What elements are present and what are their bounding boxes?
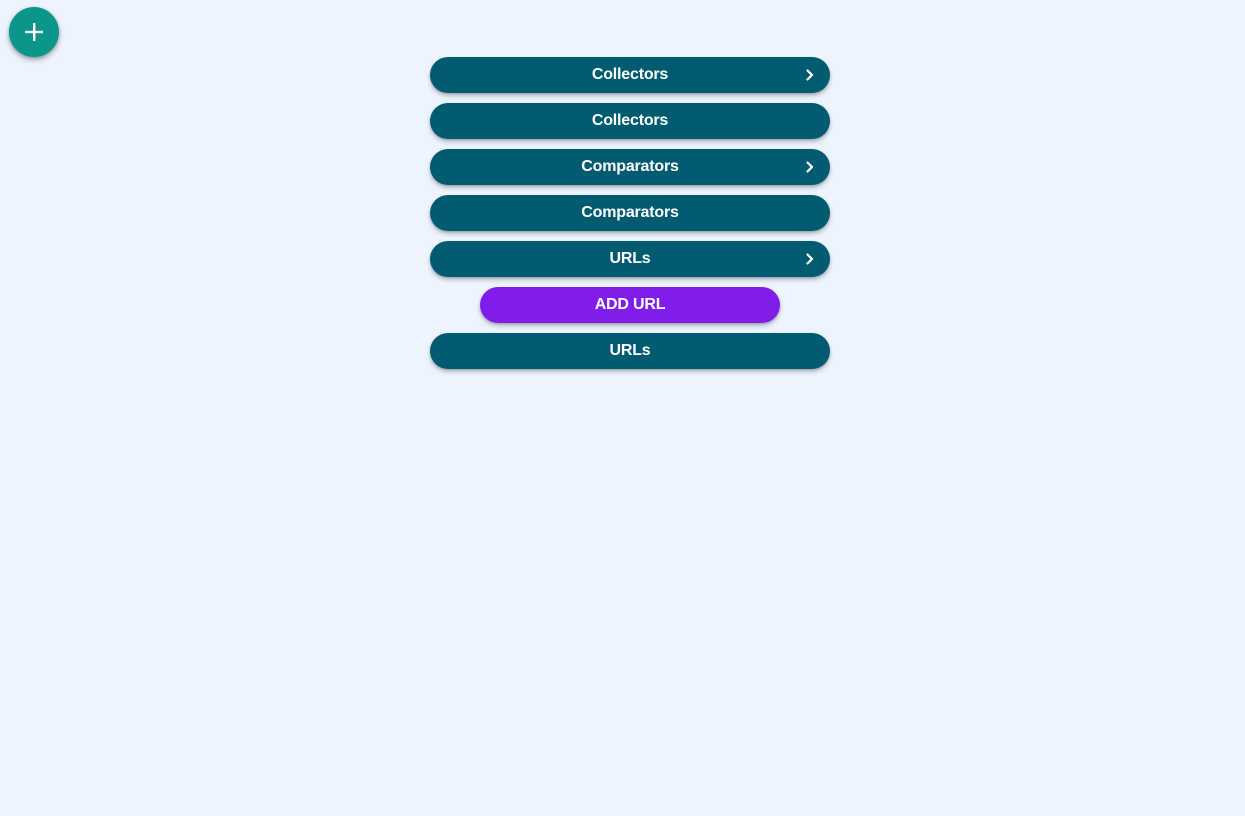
urls-label: URLs bbox=[609, 250, 651, 267]
urls-button[interactable]: URLs bbox=[430, 333, 830, 369]
comparators-label: Comparators bbox=[581, 204, 679, 221]
add-fab-button[interactable] bbox=[9, 7, 59, 57]
urls-expand-button[interactable]: URLs bbox=[430, 241, 830, 277]
plus-icon bbox=[23, 21, 45, 43]
chevron-right-icon bbox=[804, 253, 816, 265]
collectors-button[interactable]: Collectors bbox=[430, 103, 830, 139]
urls-label: URLs bbox=[609, 342, 651, 359]
chevron-right-icon bbox=[804, 69, 816, 81]
collectors-label: Collectors bbox=[591, 66, 669, 83]
add-url-label: ADD URL bbox=[594, 296, 666, 313]
comparators-button[interactable]: Comparators bbox=[430, 195, 830, 231]
comparators-expand-button[interactable]: Comparators bbox=[430, 149, 830, 185]
menu-stack: Collectors Collectors Comparators Compar… bbox=[430, 57, 830, 379]
comparators-label: Comparators bbox=[581, 158, 679, 175]
add-url-button[interactable]: ADD URL bbox=[480, 287, 780, 323]
collectors-expand-button[interactable]: Collectors bbox=[430, 57, 830, 93]
chevron-right-icon bbox=[804, 161, 816, 173]
collectors-label: Collectors bbox=[591, 112, 669, 129]
